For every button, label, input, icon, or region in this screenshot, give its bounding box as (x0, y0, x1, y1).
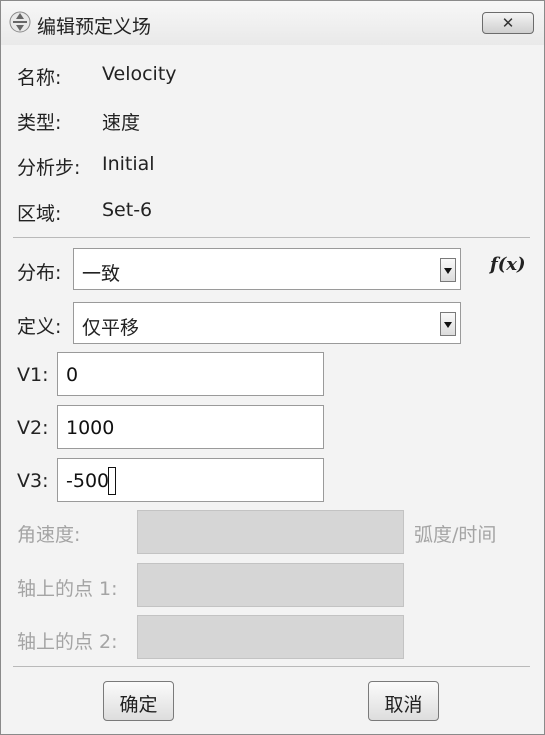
step-label: 分析步: (17, 157, 81, 179)
region-value: Set-6 (102, 199, 153, 221)
v1-label: V1: (17, 364, 49, 386)
axis-point2-field (137, 615, 404, 659)
ok-button-label: 确定 (119, 694, 158, 716)
distribution-select[interactable]: 一致 (73, 248, 461, 290)
axis-point1-label: 轴上的点 1: (17, 578, 118, 600)
distribution-value: 一致 (82, 263, 121, 285)
v2-value: 1000 (66, 417, 115, 439)
definition-select[interactable]: 仅平移 (73, 302, 461, 344)
v3-field[interactable]: -500 (57, 458, 324, 502)
edit-predefined-field-dialog: 编辑预定义场 ✕ 名称: Velocity 类型: 速度 分析步: Initia… (0, 0, 545, 735)
name-value: Velocity (102, 63, 177, 85)
angular-unit-label: 弧度/时间 (414, 524, 497, 546)
fx-function-button[interactable]: f(x) (490, 254, 526, 275)
cancel-button[interactable]: 取消 (368, 681, 439, 721)
definition-value: 仅平移 (82, 317, 140, 339)
chevron-down-icon[interactable] (440, 312, 456, 336)
window-title: 编辑预定义场 (37, 16, 152, 38)
distribution-label: 分布: (17, 262, 62, 284)
section-divider (13, 237, 530, 238)
text-cursor (108, 467, 116, 495)
title-bar[interactable]: 编辑预定义场 ✕ (1, 1, 544, 45)
axis-point2-label: 轴上的点 2: (17, 631, 118, 653)
move-arrows-icon (9, 11, 31, 33)
v3-label: V3: (17, 470, 49, 492)
cancel-button-label: 取消 (384, 694, 423, 716)
name-label: 名称: (17, 67, 62, 89)
region-label: 区域: (17, 203, 62, 225)
ok-button[interactable]: 确定 (103, 681, 174, 721)
footer-divider (13, 666, 530, 667)
type-value: 速度 (102, 112, 141, 134)
angular-velocity-field (137, 510, 404, 554)
angular-velocity-label: 角速度: (17, 524, 81, 546)
definition-label: 定义: (17, 316, 62, 338)
close-button[interactable]: ✕ (482, 12, 534, 34)
step-value: Initial (102, 153, 155, 175)
v3-value: -500 (66, 470, 110, 492)
chevron-down-icon[interactable] (440, 258, 456, 282)
v2-label: V2: (17, 417, 49, 439)
v2-field[interactable]: 1000 (57, 405, 324, 449)
axis-point1-field (137, 563, 404, 607)
type-label: 类型: (17, 112, 62, 134)
close-icon: ✕ (501, 14, 515, 32)
v1-value: 0 (66, 364, 79, 386)
v1-field[interactable]: 0 (57, 352, 324, 396)
